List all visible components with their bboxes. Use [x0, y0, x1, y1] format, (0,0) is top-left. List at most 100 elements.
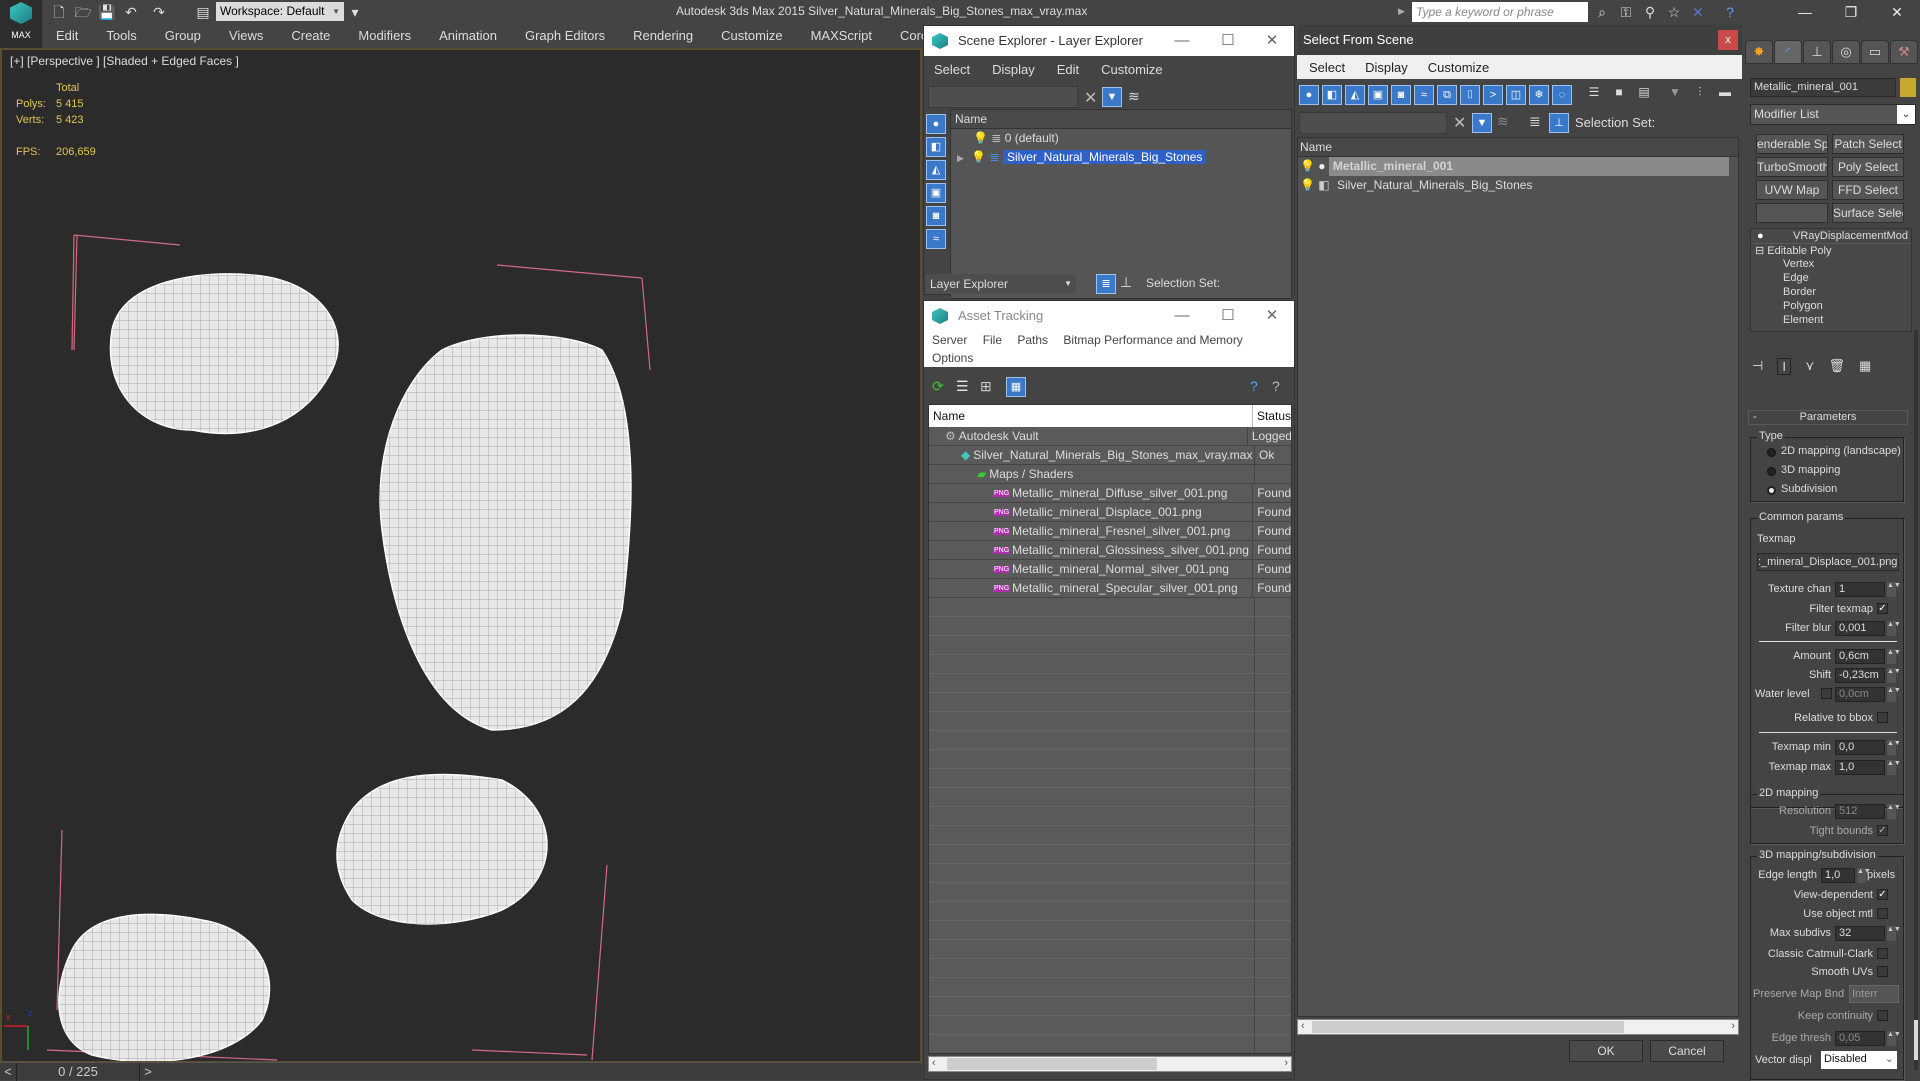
close-button[interactable]: ✕ — [1252, 301, 1292, 331]
horizontal-scrollbar[interactable]: ‹ › — [928, 1056, 1292, 1072]
customize-toolbar-icon[interactable]: ▾ — [346, 3, 364, 21]
cameras-filter-icon[interactable]: ▣ — [926, 183, 946, 203]
helpers-filter-icon[interactable]: ◙ — [926, 206, 946, 226]
menu-tools[interactable]: Tools — [92, 28, 150, 43]
refresh-icon[interactable]: ⟳ — [932, 378, 944, 395]
radio-subdivision[interactable] — [1767, 486, 1776, 495]
spinner-arrows-icon[interactable]: ▲▼ — [1857, 868, 1871, 883]
key-icon[interactable]: ⚿ — [1616, 2, 1636, 22]
motion-tab-icon[interactable]: ◎ — [1832, 40, 1860, 64]
texmap-button[interactable]: :_mineral_Displace_001.png) — [1757, 553, 1899, 571]
spinner-arrows-icon[interactable]: ▲▼ — [1887, 649, 1901, 664]
scroll-left-icon[interactable]: ‹ — [1301, 1020, 1305, 1032]
renderable-spline-button[interactable]: enderable Splin — [1756, 134, 1828, 154]
find-input[interactable] — [1299, 112, 1447, 134]
water-level-spinner[interactable]: 0,0cm — [1835, 687, 1885, 702]
menu-display[interactable]: Display — [992, 62, 1035, 77]
prev-frame-button[interactable]: < — [0, 1063, 16, 1081]
hierarchy-mode-icon[interactable]: ⊥ — [1549, 113, 1569, 133]
layer-row[interactable]: ▶ 💡 ≣ Silver_Natural_Minerals_Big_Stones — [951, 148, 1291, 167]
pin-stack-icon[interactable]: ⊣ — [1752, 358, 1763, 375]
close-button[interactable]: x — [1718, 30, 1738, 50]
uvw-map-button[interactable]: UVW Map — [1756, 180, 1828, 200]
sub-object-edge[interactable]: Edge — [1783, 271, 1911, 285]
maximize-button[interactable]: ☐ — [1208, 26, 1248, 56]
asset-row[interactable]: PNG Metallic_mineral_Diffuse_silver_001.p… — [929, 484, 1291, 503]
sub-object-vertex[interactable]: Vertex — [1783, 257, 1911, 271]
clear-find-icon[interactable]: ✕ — [1453, 113, 1466, 133]
spinner-arrows-icon[interactable]: ▲▼ — [1887, 582, 1901, 597]
keep-continuity-checkbox[interactable] — [1877, 1010, 1888, 1021]
asset-row[interactable]: ⚙ Autodesk Vault Logged — [929, 427, 1291, 446]
panel-scrollbar[interactable] — [1914, 330, 1918, 1070]
preserve-map-bnd-dropdown[interactable]: Interr — [1849, 985, 1899, 1003]
list-view-icon[interactable]: ☰ — [956, 378, 969, 395]
texmap-min-spinner[interactable]: 0,0 — [1835, 740, 1885, 755]
next-frame-button[interactable]: > — [140, 1063, 156, 1081]
name-column-header[interactable]: Name — [1298, 138, 1738, 157]
lightbulb-icon[interactable]: 💡 — [971, 150, 986, 164]
menu-customize[interactable]: Customize — [707, 28, 796, 43]
scroll-left-icon[interactable]: ‹ — [932, 1057, 936, 1069]
water-level-checkbox[interactable] — [1821, 688, 1832, 699]
filter-icon[interactable]: ▼ — [1472, 113, 1492, 133]
radio-3d-mapping[interactable] — [1767, 467, 1776, 476]
lights-filter-icon[interactable]: ◭ — [1345, 85, 1365, 105]
create-tab-icon[interactable]: ✸ — [1745, 40, 1773, 64]
table-view-icon[interactable]: ▦ — [1006, 377, 1026, 397]
use-object-mtl-checkbox[interactable] — [1877, 908, 1888, 919]
time-slider-handle[interactable]: 0 / 225 — [16, 1063, 140, 1081]
menu-edit[interactable]: Edit — [42, 28, 92, 43]
satellite-icon[interactable]: ⚲ — [1640, 2, 1660, 22]
open-file-icon[interactable]: 🗁 — [74, 3, 92, 21]
classic-catmull-clark-checkbox[interactable] — [1877, 948, 1888, 959]
hierarchy-icon[interactable]: ⊥ — [1120, 274, 1132, 291]
asset-row[interactable]: ◆ Silver_Natural_Minerals_Big_Stones_max_… — [929, 446, 1291, 465]
shapes-filter-icon[interactable]: ◧ — [1322, 85, 1342, 105]
spacewarps-filter-icon[interactable]: ≈ — [926, 229, 946, 249]
amount-spinner[interactable]: 0,6cm — [1835, 649, 1885, 664]
relative-bbox-checkbox[interactable] — [1877, 712, 1888, 723]
frozen-filter-icon[interactable]: ❄ — [1529, 85, 1549, 105]
smooth-uvs-checkbox[interactable] — [1877, 966, 1888, 977]
object-color-swatch[interactable] — [1900, 78, 1916, 97]
help-icon[interactable]: ? — [1720, 2, 1740, 22]
expand-arrow-icon[interactable]: ▶ — [957, 153, 964, 163]
menu-select[interactable]: Select — [934, 62, 970, 77]
menu-customize[interactable]: Customize — [1428, 60, 1489, 75]
tree-view-icon[interactable]: ⊞ — [980, 378, 992, 395]
edge-thresh-spinner[interactable]: 0,05 — [1835, 1031, 1885, 1046]
max-subdivs-spinner[interactable]: 32 — [1835, 926, 1885, 941]
spinner-arrows-icon[interactable]: ▲▼ — [1887, 1031, 1901, 1046]
empty-modifier-button[interactable] — [1756, 203, 1828, 223]
scrollbar-thumb[interactable] — [947, 1058, 1157, 1070]
lightbulb-toggle-icon[interactable]: ● — [1757, 229, 1764, 243]
maximize-button[interactable]: ☐ — [1208, 301, 1248, 331]
view-dependent-checkbox[interactable]: ✓ — [1877, 889, 1888, 900]
spinner-arrows-icon[interactable]: ▲▼ — [1887, 621, 1901, 636]
object-row[interactable]: 💡 ● Metallic_mineral_001 — [1298, 157, 1738, 176]
parameters-rollout-header[interactable]: - Parameters — [1748, 410, 1908, 425]
lightbulb-icon[interactable]: 💡 — [1300, 159, 1315, 173]
spinner-arrows-icon[interactable]: ▲▼ — [1887, 668, 1901, 683]
hidden-filter-icon[interactable]: ◌ — [1552, 85, 1572, 105]
ffd-select-button[interactable]: FFD Select — [1832, 180, 1904, 200]
column-config-icon[interactable]: ▬ — [1714, 85, 1736, 111]
undo-icon[interactable]: ↶ — [122, 3, 140, 21]
containers-filter-icon[interactable]: ◫ — [1506, 85, 1526, 105]
scene-explorer-titlebar[interactable]: Scene Explorer - Layer Explorer — ☐ ✕ — [924, 26, 1294, 56]
asset-row[interactable]: PNG Metallic_mineral_Displace_001.png Foun… — [929, 503, 1291, 522]
menu-paths[interactable]: Paths — [1017, 333, 1048, 347]
menu-rendering[interactable]: Rendering — [619, 28, 707, 43]
menu-group[interactable]: Group — [151, 28, 215, 43]
time-slider[interactable]: < 0 / 225 > — [0, 1062, 922, 1081]
asset-tracking-titlebar[interactable]: Asset Tracking — ☐ ✕ — [924, 301, 1294, 331]
close-button[interactable]: ✕ — [1252, 26, 1292, 56]
make-unique-icon[interactable]: ⋎ — [1805, 358, 1815, 375]
display-tab-icon[interactable]: ▭ — [1861, 40, 1889, 64]
groups-filter-icon[interactable]: ⧉ — [1437, 85, 1457, 105]
layers-highlight-icon[interactable]: ≋ — [1497, 113, 1509, 130]
spinner-arrows-icon[interactable]: ▲▼ — [1887, 760, 1901, 775]
layer-row[interactable]: 💡 ≣ 0 (default) — [951, 129, 1291, 148]
surface-select-button[interactable]: Surface Select — [1832, 203, 1904, 223]
